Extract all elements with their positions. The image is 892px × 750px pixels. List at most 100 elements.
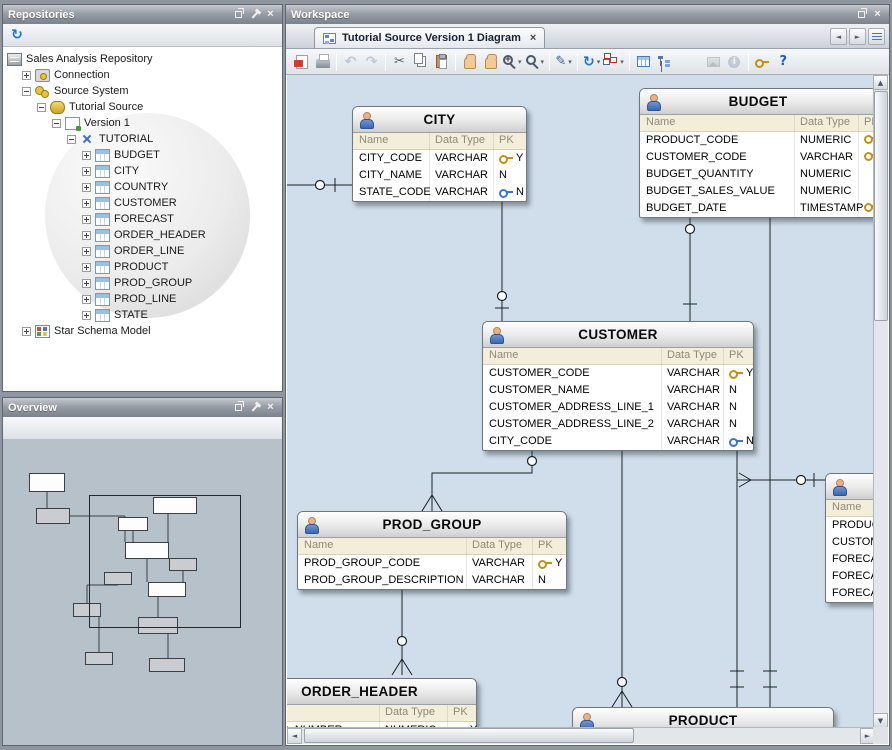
vertical-scrollbar[interactable]: ▲ ▼ bbox=[873, 75, 888, 728]
entity-row-city-code[interactable]: CITY_CODEVARCHARN bbox=[483, 433, 753, 450]
entity-row-forecast-quantity[interactable]: FORECAST_QUANTITY bbox=[826, 551, 875, 568]
entity-row-customer-code[interactable]: CUSTOMER_CODEVARCHAR bbox=[640, 149, 875, 166]
close-button[interactable]: × bbox=[264, 401, 277, 414]
tree-item-connection[interactable]: Connection bbox=[3, 67, 282, 83]
entity-row-customer-code[interactable]: CUSTOMER_CODEVARCHARY bbox=[483, 365, 753, 382]
collapse-icon[interactable] bbox=[22, 87, 31, 96]
overview-titlebar[interactable]: Overview × bbox=[3, 398, 282, 417]
tab-list-button[interactable] bbox=[868, 28, 885, 45]
entity-table-city[interactable]: CITYNameData TypePKCITY_CODEVARCHARYCITY… bbox=[352, 106, 527, 202]
tree-item-prod-line[interactable]: PROD_LINE bbox=[3, 291, 282, 307]
float-button[interactable] bbox=[232, 401, 245, 414]
tree-item-tutorial-source[interactable]: Tutorial Source bbox=[3, 99, 282, 115]
expand-icon[interactable] bbox=[22, 71, 31, 80]
entity-table-product[interactable]: PRODUCT bbox=[572, 707, 834, 728]
entity-header[interactable]: CITY bbox=[353, 107, 526, 133]
tree-item-order-header[interactable]: ORDER_HEADER bbox=[3, 227, 282, 243]
tree-item-forecast[interactable]: FORECAST bbox=[3, 211, 282, 227]
tree-item-version-1[interactable]: Version 1 bbox=[3, 115, 282, 131]
entity-header[interactable]: FORECAST bbox=[826, 474, 875, 500]
minimap-viewport[interactable] bbox=[89, 495, 241, 628]
auto-layout-icon[interactable]: ▾ bbox=[602, 51, 626, 72]
pin-button[interactable] bbox=[248, 8, 261, 21]
collapse-icon[interactable] bbox=[52, 119, 61, 128]
key-icon[interactable] bbox=[752, 51, 773, 72]
scroll-tabs-right-button[interactable]: ► bbox=[849, 28, 866, 45]
entity-table-order-header[interactable]: ORDER_HEADERNameData TypePKORDER_NUMBERN… bbox=[287, 678, 477, 728]
tree-item-star-schema-model[interactable]: Star Schema Model bbox=[3, 323, 282, 339]
grab-icon[interactable] bbox=[480, 51, 501, 72]
tree-item-source-system[interactable]: Source System bbox=[3, 83, 282, 99]
tab-tutorial-source-version-1-diagram[interactable]: Tutorial Source Version 1 Diagram × bbox=[314, 27, 545, 48]
tree-item-state[interactable]: STATE bbox=[3, 307, 282, 323]
dropdown-arrow-icon[interactable]: ▾ bbox=[568, 58, 572, 66]
float-button[interactable] bbox=[232, 8, 245, 21]
entity-row-prod-group-code[interactable]: PROD_GROUP_CODEVARCHARY bbox=[298, 555, 566, 572]
entity-row-product-code[interactable]: PRODUCT_CODENUMERIC bbox=[640, 132, 875, 149]
horizontal-scrollbar[interactable]: ◄ ► bbox=[287, 727, 875, 744]
grid-view-icon[interactable] bbox=[633, 51, 654, 72]
dropdown-arrow-icon[interactable]: ▾ bbox=[597, 58, 601, 66]
entity-table-prod-group[interactable]: PROD_GROUPNameData TypePKPROD_GROUP_CODE… bbox=[297, 511, 567, 590]
refresh-diagram-icon[interactable]: ↻▾ bbox=[581, 51, 602, 72]
entity-row-customer-address-line-2[interactable]: CUSTOMER_ADDRESS_LINE_2VARCHARN bbox=[483, 416, 753, 433]
entity-header[interactable]: PROD_GROUP bbox=[298, 512, 566, 538]
paste-icon[interactable] bbox=[431, 51, 452, 72]
entity-row-budget-date[interactable]: BUDGET_DATETIMESTAMP bbox=[640, 200, 875, 217]
print-icon[interactable] bbox=[312, 51, 333, 72]
tree-item-city[interactable]: CITY bbox=[3, 163, 282, 179]
expand-icon[interactable] bbox=[82, 151, 91, 160]
scroll-tabs-left-button[interactable]: ◄ bbox=[830, 28, 847, 45]
tab-close-icon[interactable]: × bbox=[530, 33, 536, 44]
float-button[interactable] bbox=[855, 8, 868, 21]
entity-row-prod-group-description[interactable]: PROD_GROUP_DESCRIPTIONVARCHARN bbox=[298, 572, 566, 589]
entity-row-budget-quantity[interactable]: BUDGET_QUANTITYNUMERIC bbox=[640, 166, 875, 183]
zoom-in-icon[interactable]: ▾ bbox=[501, 51, 524, 72]
zoom-tool-icon[interactable]: ▾ bbox=[524, 51, 547, 72]
help-icon[interactable]: ? bbox=[773, 51, 794, 72]
expand-icon[interactable] bbox=[82, 295, 91, 304]
horizontal-scrollbar-thumb[interactable] bbox=[304, 728, 634, 743]
entity-row-state-code[interactable]: STATE_CODEVARCHARN bbox=[353, 184, 526, 201]
diagram-canvas[interactable]: CITYNameData TypePKCITY_CODEVARCHARYCITY… bbox=[287, 75, 875, 728]
dropdown-arrow-icon[interactable]: ▾ bbox=[620, 58, 624, 66]
dropdown-arrow-icon[interactable]: ▾ bbox=[541, 58, 545, 66]
refresh-repository-button[interactable]: ↻ bbox=[7, 26, 27, 45]
close-button[interactable]: × bbox=[871, 8, 884, 21]
entity-row-forecast-date[interactable]: FORECAST_DATE bbox=[826, 585, 875, 602]
entity-row-city-code[interactable]: CITY_CODEVARCHARY bbox=[353, 150, 526, 167]
tree-item-budget[interactable]: BUDGET bbox=[3, 147, 282, 163]
expand-icon[interactable] bbox=[82, 311, 91, 320]
repositories-titlebar[interactable]: Repositories × bbox=[3, 5, 282, 24]
expand-icon[interactable] bbox=[82, 167, 91, 176]
tree-item-order-line[interactable]: ORDER_LINE bbox=[3, 243, 282, 259]
expand-icon[interactable] bbox=[82, 279, 91, 288]
pin-button[interactable] bbox=[248, 401, 261, 414]
hierarchy-view-icon[interactable] bbox=[654, 51, 675, 72]
entity-table-customer[interactable]: CUSTOMERNameData TypePKCUSTOMER_CODEVARC… bbox=[482, 321, 754, 451]
entity-row-city-name[interactable]: CITY_NAMEVARCHARN bbox=[353, 167, 526, 184]
tree-item-sales-analysis-repository[interactable]: Sales Analysis Repository bbox=[3, 51, 282, 67]
tree-item-country[interactable]: COUNTRY bbox=[3, 179, 282, 195]
entity-row-customer-code[interactable]: CUSTOMER_CODE bbox=[826, 534, 875, 551]
tree-item-product[interactable]: PRODUCT bbox=[3, 259, 282, 275]
tree-item-prod-group[interactable]: PROD_GROUP bbox=[3, 275, 282, 291]
entity-row-customer-address-line-1[interactable]: CUSTOMER_ADDRESS_LINE_1VARCHARN bbox=[483, 399, 753, 416]
scroll-down-button[interactable]: ▼ bbox=[873, 713, 888, 728]
expand-icon[interactable] bbox=[82, 215, 91, 224]
entity-table-forecast[interactable]: FORECASTNameData TypePKPRODUCT_CODECUSTO… bbox=[825, 473, 875, 603]
entity-row-forecast-sales-value[interactable]: FORECAST_SALES_VALUE bbox=[826, 568, 875, 585]
tree-item-tutorial[interactable]: TUTORIAL bbox=[3, 131, 282, 147]
entity-header[interactable]: ORDER_HEADER bbox=[287, 679, 476, 705]
entity-header[interactable]: BUDGET bbox=[640, 89, 875, 115]
pan-icon[interactable] bbox=[459, 51, 480, 72]
expand-icon[interactable] bbox=[82, 231, 91, 240]
expand-icon[interactable] bbox=[82, 183, 91, 192]
pdf-export-icon[interactable] bbox=[291, 51, 312, 72]
collapse-icon[interactable] bbox=[37, 103, 46, 112]
expand-icon[interactable] bbox=[82, 263, 91, 272]
copy-icon[interactable] bbox=[410, 51, 431, 72]
scroll-left-button[interactable]: ◄ bbox=[287, 728, 302, 744]
entity-row-budget-sales-value[interactable]: BUDGET_SALES_VALUENUMERIC bbox=[640, 183, 875, 200]
expand-icon[interactable] bbox=[82, 199, 91, 208]
